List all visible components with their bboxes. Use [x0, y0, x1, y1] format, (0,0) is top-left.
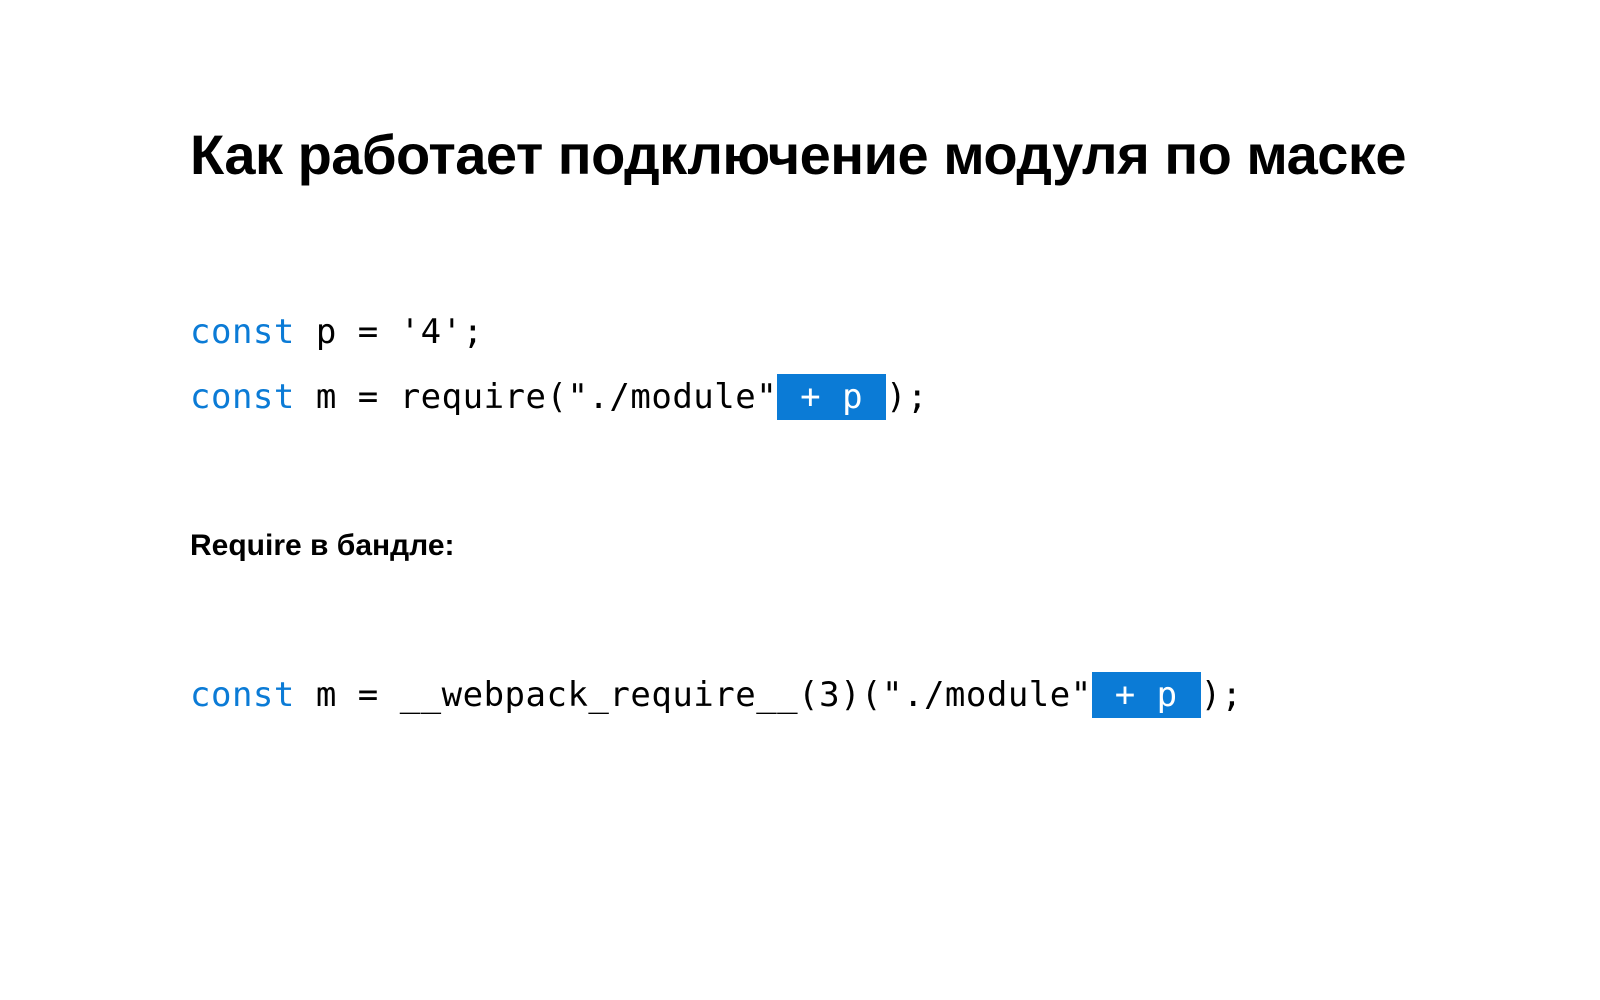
code-block-bundle: const m = __webpack_require__(3)("./modu…: [190, 663, 1410, 728]
code-highlight: + p: [1092, 672, 1201, 718]
code-line: const p = '4';: [190, 300, 1410, 365]
code-line: const m = __webpack_require__(3)("./modu…: [190, 663, 1410, 728]
code-text: m = require("./module": [295, 377, 777, 417]
code-text: );: [1201, 675, 1243, 715]
code-keyword: const: [190, 377, 295, 417]
slide-title: Как работает подключение модуля по маске: [190, 120, 1410, 190]
code-keyword: const: [190, 675, 295, 715]
code-block-source: const p = '4'; const m = require("./modu…: [190, 300, 1410, 429]
code-text: p = '4';: [295, 312, 484, 352]
code-text: );: [886, 377, 928, 417]
code-text: m = __webpack_require__(3)("./module": [295, 675, 1092, 715]
subheading: Require в бандле:: [190, 529, 1410, 563]
code-keyword: const: [190, 312, 295, 352]
code-line: const m = require("./module" + p );: [190, 365, 1410, 430]
code-highlight: + p: [777, 374, 886, 420]
